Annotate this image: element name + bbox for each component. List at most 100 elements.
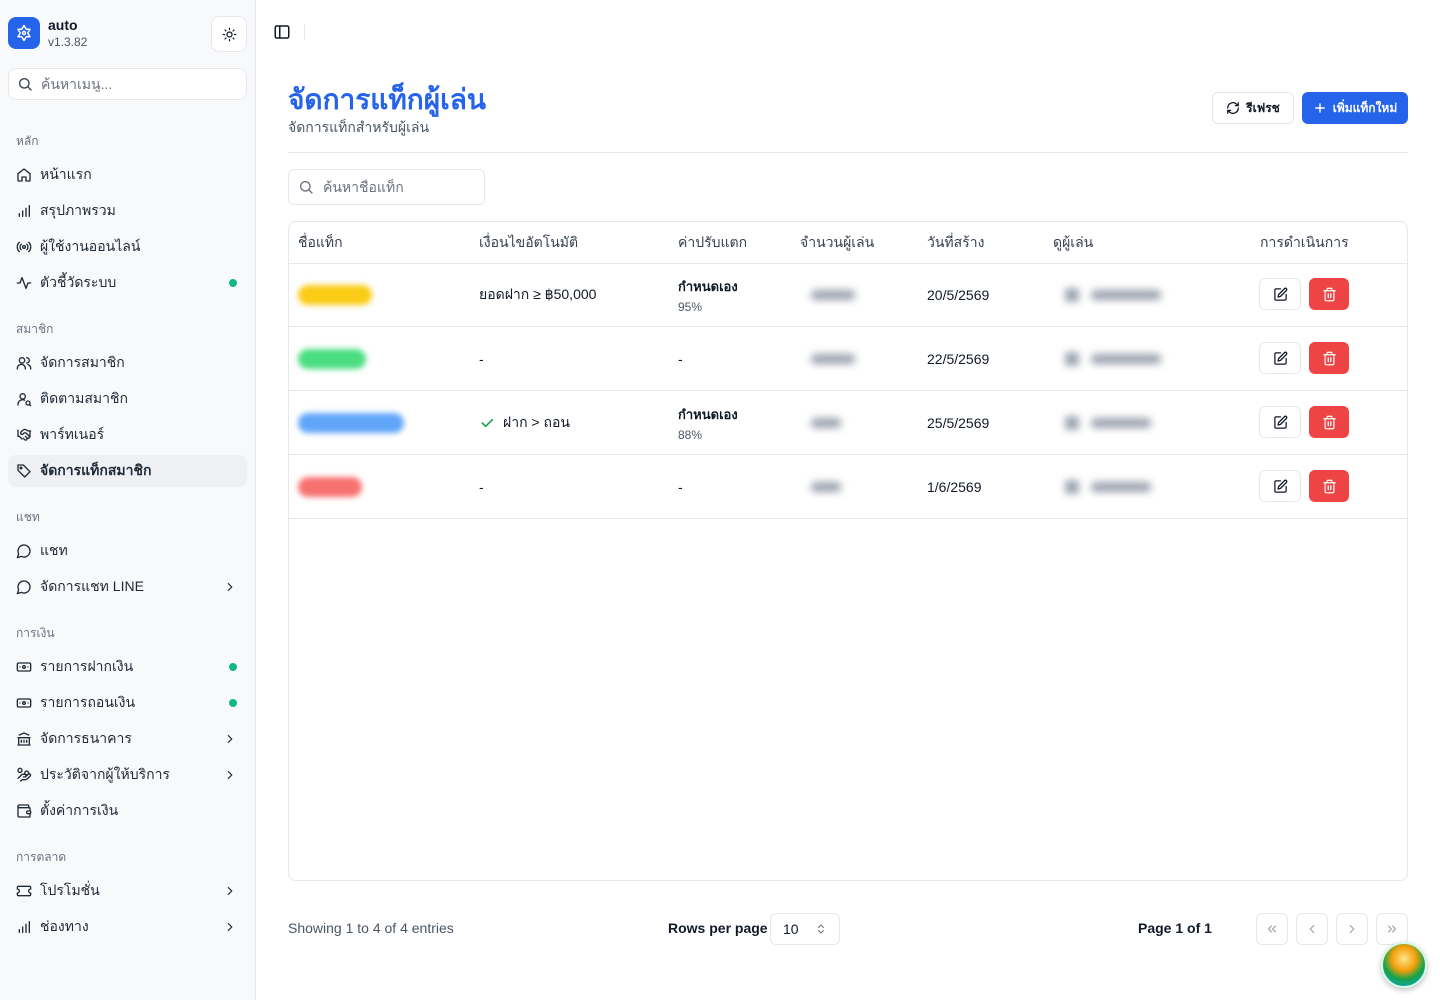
delete-button[interactable]: [1309, 278, 1349, 310]
sidebar-item-overview[interactable]: สรุปภาพรวม: [8, 195, 247, 227]
sidebar-item-deposits[interactable]: รายการฝากเงิน: [8, 651, 247, 683]
sidebar-item-label: หน้าแรก: [40, 166, 92, 182]
sidebar: auto v1.3.82 หลัก หน้าแรก สรุปภาพรวม ผู้…: [0, 0, 256, 1000]
rows-per-page-value: 10: [783, 921, 799, 937]
menu-search-input[interactable]: [41, 76, 231, 92]
created-date: 25/5/2569: [927, 415, 990, 431]
column-header-created-date[interactable]: วันที่สร้าง: [927, 222, 984, 263]
sidebar-item-withdrawals[interactable]: รายการถอนเงิน: [8, 687, 247, 719]
tag-search-input[interactable]: [323, 179, 473, 195]
penalty-value: -: [678, 479, 683, 495]
column-header-tag-name[interactable]: ชื่อแท็ก: [298, 222, 343, 263]
wallet-icon: [16, 803, 32, 819]
refresh-icon: [1227, 102, 1240, 114]
sidebar-item-label: ตัวชี้วัดระบบ: [40, 274, 117, 290]
tag-icon: [16, 463, 32, 479]
refresh-button[interactable]: รีเฟรช: [1212, 92, 1294, 124]
app-name: auto: [48, 17, 78, 33]
sidebar-item-label: รายการถอนเงิน: [40, 694, 136, 710]
view-players-redacted[interactable]: [1065, 480, 1151, 494]
chevron-right-icon: [223, 920, 237, 934]
sidebar-item-provider-history[interactable]: ประวัติจากผู้ให้บริการ: [8, 759, 247, 791]
chevrons-right-icon: [1387, 925, 1397, 933]
rows-per-page-label: Rows per page: [668, 920, 768, 936]
player-count-redacted: [811, 290, 855, 300]
sidebar-toggle-button[interactable]: [272, 22, 292, 42]
sidebar-item-manage-tags[interactable]: จัดการแท็กสมาชิก: [8, 455, 247, 487]
column-header-actions[interactable]: การดำเนินการ: [1260, 222, 1349, 263]
add-tag-button[interactable]: เพิ่มแท็กใหม่: [1302, 92, 1408, 124]
created-date: 22/5/2569: [927, 351, 990, 367]
floating-avatar-button[interactable]: [1381, 942, 1427, 988]
penalty-value: -: [678, 351, 683, 367]
view-players-redacted[interactable]: [1065, 288, 1161, 302]
users-icon: [16, 355, 32, 371]
group-label-finance: การเงิน: [16, 626, 55, 640]
previous-page-button[interactable]: [1296, 913, 1328, 945]
delete-button[interactable]: [1309, 406, 1349, 438]
sidebar-item-home[interactable]: หน้าแรก: [8, 159, 247, 191]
table-row: ฝาก > ถอน กำหนดเอง 88% 25/5/2569: [289, 391, 1407, 455]
column-header-penalty[interactable]: ค่าปรับแตก: [678, 222, 747, 263]
search-icon: [300, 181, 313, 194]
sidebar-item-banks[interactable]: จัดการธนาคาร: [8, 723, 247, 755]
menu-search: [8, 68, 247, 100]
panel-left-icon: [274, 25, 290, 39]
delete-button[interactable]: [1309, 470, 1349, 502]
auto-condition: -: [479, 479, 484, 495]
edit-button[interactable]: [1259, 470, 1301, 502]
last-page-button[interactable]: [1376, 913, 1408, 945]
chevron-right-icon: [1349, 924, 1355, 934]
sidebar-item-label: ผู้ใช้งานออนไลน์: [40, 238, 141, 254]
tag-badge: [298, 413, 404, 433]
chat-icon: [16, 579, 32, 595]
sidebar-item-promotions[interactable]: โปรโมชั่น: [8, 875, 247, 907]
sidebar-item-track-members[interactable]: ติดตามสมาชิก: [8, 383, 247, 415]
rows-per-page-select[interactable]: 10: [770, 913, 840, 945]
bar-chart-icon: [16, 919, 32, 935]
sidebar-item-manage-members[interactable]: จัดการสมาชิก: [8, 347, 247, 379]
trash-icon: [1322, 351, 1336, 365]
sidebar-item-chat[interactable]: แชท: [8, 535, 247, 567]
sidebar-item-partners[interactable]: พาร์ทเนอร์: [8, 419, 247, 451]
next-page-button[interactable]: [1336, 913, 1368, 945]
player-count-redacted: [811, 354, 855, 364]
column-header-view-players[interactable]: ดูผู้เล่น: [1053, 222, 1093, 263]
bar-chart-icon: [16, 203, 32, 219]
sidebar-item-channels[interactable]: ช่องทาง: [8, 911, 247, 943]
header-divider: [288, 152, 1408, 153]
sidebar-item-online-users[interactable]: ผู้ใช้งานออนไลน์: [8, 231, 247, 263]
sidebar-item-label: รายการฝากเงิน: [40, 658, 134, 674]
sidebar-item-system-metrics[interactable]: ตัวชี้วัดระบบ: [8, 267, 247, 299]
view-players-redacted[interactable]: [1065, 416, 1151, 430]
column-header-auto-condition[interactable]: เงื่อนไขอัตโนมัติ: [479, 222, 578, 263]
tags-table: ชื่อแท็ก เงื่อนไขอัตโนมัติ ค่าปรับแตก จำ…: [288, 221, 1408, 881]
deposit-icon: [16, 659, 32, 675]
sidebar-item-label: แชท: [40, 542, 68, 558]
column-header-player-count[interactable]: จำนวนผู้เล่น: [800, 222, 874, 263]
tag-badge: [298, 285, 372, 305]
first-page-button[interactable]: [1256, 913, 1288, 945]
edit-button[interactable]: [1259, 278, 1301, 310]
status-dot: [229, 699, 237, 707]
theme-toggle-button[interactable]: [211, 16, 247, 52]
user-search-icon: [16, 391, 32, 407]
group-label-chat: แชท: [16, 510, 40, 524]
edit-button[interactable]: [1259, 342, 1301, 374]
sidebar-item-label: จัดการแชท LINE: [40, 578, 144, 594]
chevrons-left-icon: [1267, 925, 1277, 933]
player-count-redacted: [811, 418, 841, 428]
edit-icon: [1273, 415, 1287, 429]
view-players-redacted[interactable]: [1065, 352, 1161, 366]
chevron-right-icon: [223, 732, 237, 746]
edit-button[interactable]: [1259, 406, 1301, 438]
tag-badge: [298, 349, 366, 369]
delete-button[interactable]: [1309, 342, 1349, 374]
add-tag-label: เพิ่มแท็กใหม่: [1332, 100, 1398, 115]
plus-icon: [1314, 103, 1325, 113]
edit-icon: [1273, 479, 1287, 493]
penalty-title: กำหนดเอง: [678, 279, 738, 294]
sidebar-item-line-chat[interactable]: จัดการแชท LINE: [8, 571, 247, 603]
created-date: 1/6/2569: [927, 479, 982, 495]
sidebar-item-finance-settings[interactable]: ตั้งค่าการเงิน: [8, 795, 247, 827]
